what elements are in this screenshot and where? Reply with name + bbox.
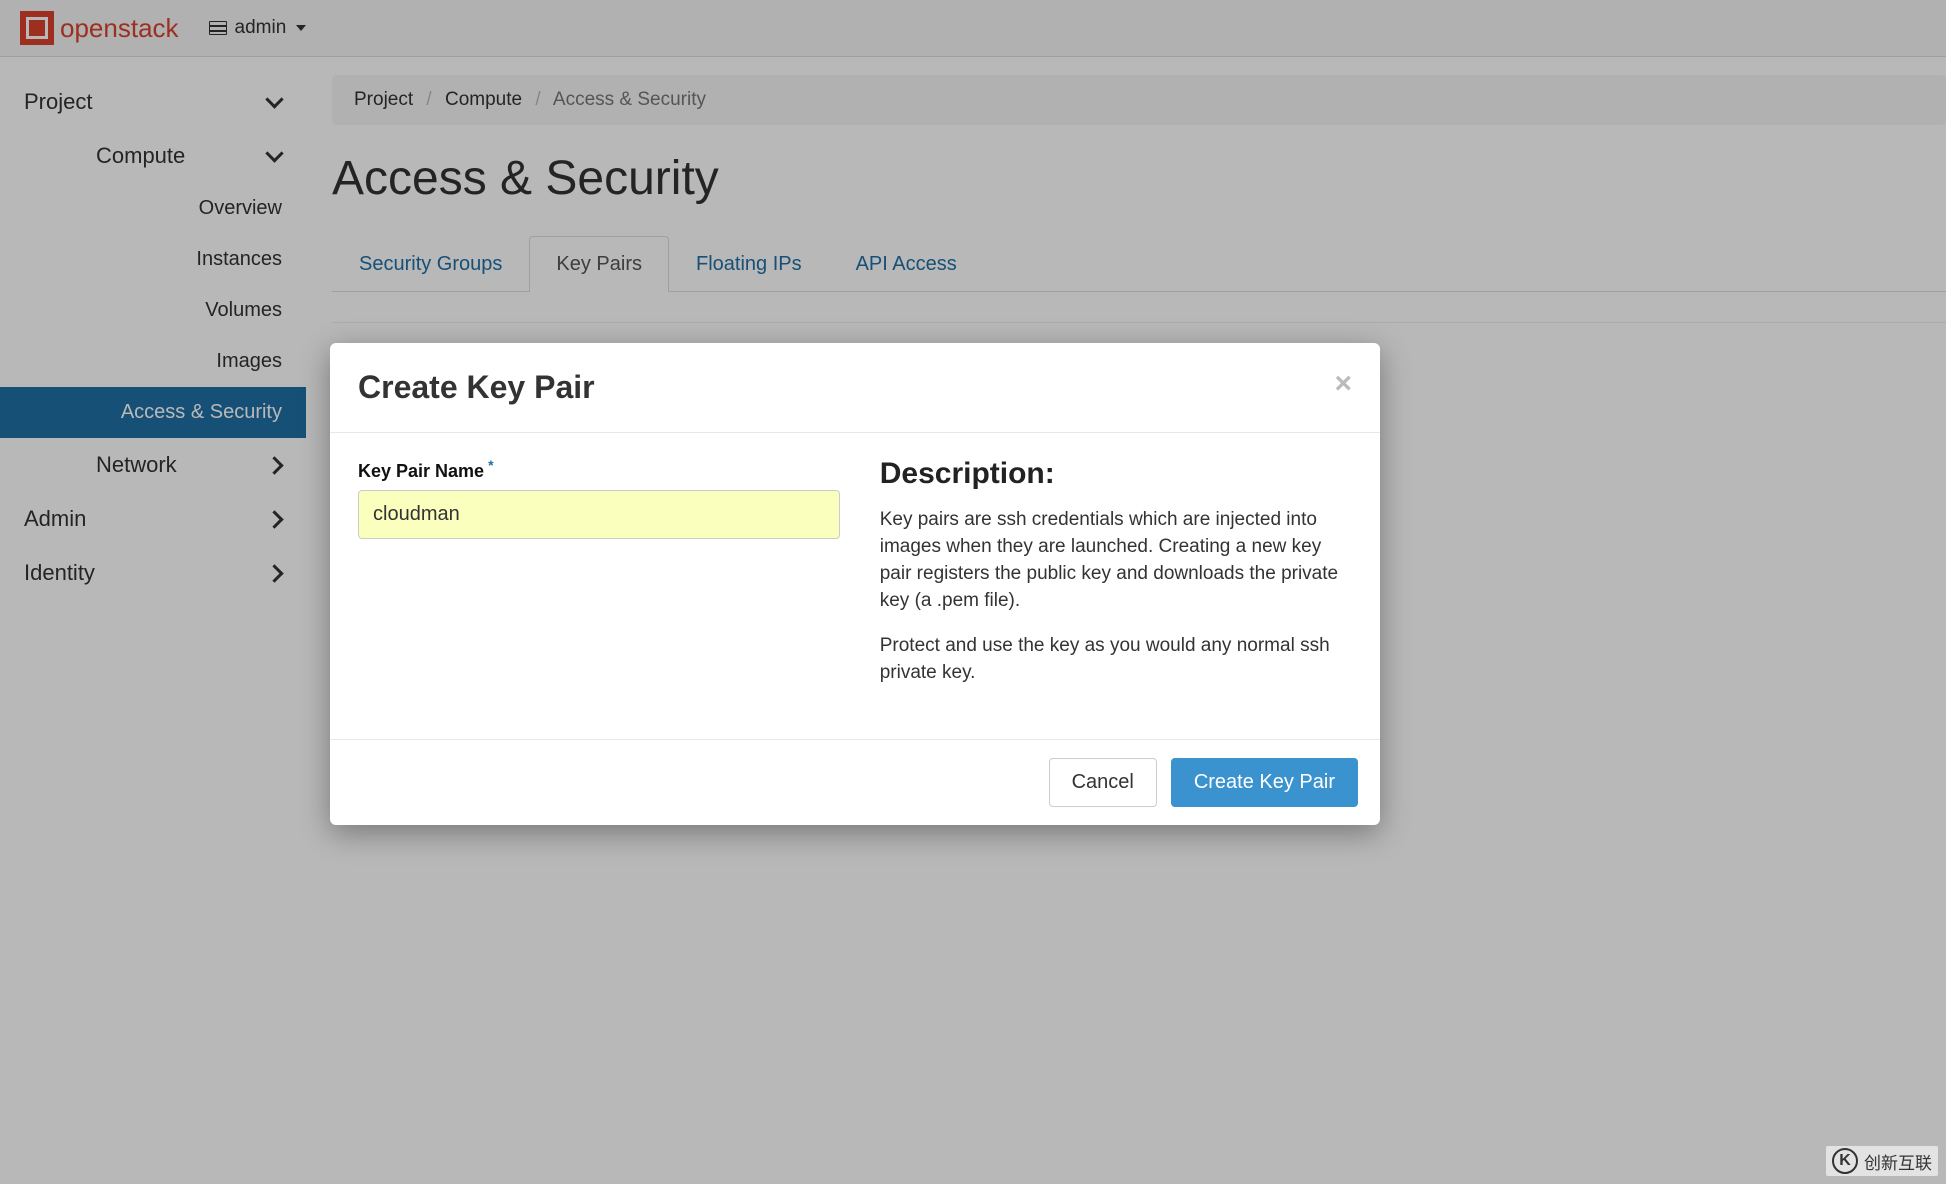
create-key-pair-button[interactable]: Create Key Pair xyxy=(1171,758,1358,807)
field-label-key-pair-name: Key Pair Name* xyxy=(358,457,494,482)
modal-description: Description: Key pairs are ssh credentia… xyxy=(880,457,1352,705)
description-paragraph: Protect and use the key as you would any… xyxy=(880,633,1352,687)
modal-body: Key Pair Name* Description: Key pairs ar… xyxy=(330,433,1380,739)
watermark-logo-icon: K xyxy=(1832,1148,1858,1174)
field-label-text: Key Pair Name xyxy=(358,461,484,481)
modal-create-key-pair: Create Key Pair × Key Pair Name* Descrip… xyxy=(330,343,1380,825)
watermark-text: 创新互联 xyxy=(1864,1149,1932,1174)
watermark: K 创新互联 xyxy=(1826,1146,1938,1176)
modal-footer: Cancel Create Key Pair xyxy=(330,739,1380,825)
description-title: Description: xyxy=(880,457,1352,491)
modal-form: Key Pair Name* xyxy=(358,457,840,705)
key-pair-name-input[interactable] xyxy=(358,490,840,539)
description-paragraph: Key pairs are ssh credentials which are … xyxy=(880,507,1352,615)
close-icon[interactable]: × xyxy=(1334,369,1352,399)
required-icon: * xyxy=(488,457,493,473)
modal-header: Create Key Pair × xyxy=(330,343,1380,433)
cancel-button[interactable]: Cancel xyxy=(1049,758,1157,807)
modal-title: Create Key Pair xyxy=(358,369,595,406)
